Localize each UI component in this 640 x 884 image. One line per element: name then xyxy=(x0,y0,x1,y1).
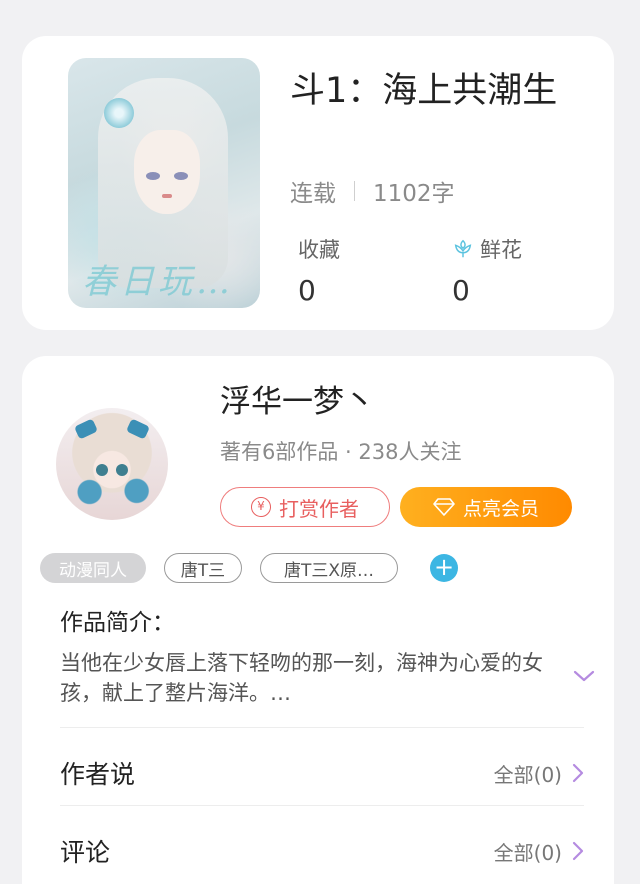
flowers-value: 0 xyxy=(452,274,470,307)
tip-author-label: 打赏作者 xyxy=(279,496,359,521)
expand-chevron-icon[interactable] xyxy=(572,668,596,684)
add-tag-icon[interactable]: + xyxy=(430,554,458,582)
favorites-label: 收藏 xyxy=(298,238,340,262)
cover-eye-left xyxy=(146,172,160,180)
divider xyxy=(60,727,584,728)
book-info-card: 春日玩… 斗1：海上共潮生 连载 1102字 收藏 0 鲜花 0 xyxy=(22,36,614,330)
divider xyxy=(60,805,584,806)
cover-flower-decoration xyxy=(104,98,134,128)
author-notes-label: 作者说 xyxy=(60,760,136,789)
flower-icon xyxy=(454,239,472,258)
author-avatar[interactable] xyxy=(56,408,168,520)
vip-button[interactable]: 点亮会员 xyxy=(400,487,572,527)
intro-heading: 作品简介： xyxy=(60,610,175,636)
intro-text: 当他在少女唇上落下轻吻的那一刻，海神为心爱的女孩，献上了整片海洋。… xyxy=(60,651,543,705)
flowers-stat[interactable]: 鲜花 xyxy=(452,234,522,264)
author-card: 浮华一梦丶 著有6部作品 · 238人关注 ¥ 打赏作者 点亮会员 动漫同人 唐… xyxy=(22,356,614,884)
tip-author-button[interactable]: ¥ 打赏作者 xyxy=(220,487,390,527)
vip-button-label: 点亮会员 xyxy=(462,497,539,520)
book-word-count: 1102字 xyxy=(373,181,455,207)
author-notes-row[interactable]: 作者说 全部(0) xyxy=(60,753,584,793)
yen-coin-icon: ¥ xyxy=(251,497,271,517)
tag-category[interactable]: 动漫同人 xyxy=(40,553,146,583)
comments-all[interactable]: 全部(0) xyxy=(494,837,584,866)
cover-face-shape xyxy=(134,130,200,214)
diamond-icon xyxy=(433,498,455,516)
favorites-value: 0 xyxy=(298,274,316,307)
avatar-eye-left xyxy=(96,464,108,476)
chevron-right-icon xyxy=(572,763,584,783)
author-name[interactable]: 浮华一梦丶 xyxy=(220,376,375,421)
tag-item[interactable]: 唐T三X原… xyxy=(260,553,398,583)
author-notes-all[interactable]: 全部(0) xyxy=(494,759,584,788)
meta-divider xyxy=(354,181,355,201)
book-title: 斗1：海上共潮生 xyxy=(290,71,558,111)
chevron-right-icon xyxy=(572,841,584,861)
tag-list: 动漫同人 唐T三 唐T三X原… + xyxy=(40,553,458,583)
comments-label: 评论 xyxy=(60,838,111,867)
tag-item[interactable]: 唐T三 xyxy=(164,553,242,583)
author-notes-count: 全部(0) xyxy=(493,762,562,787)
avatar-bow-left xyxy=(73,418,99,440)
cover-title-text: 春日玩… xyxy=(82,262,234,302)
cover-lips xyxy=(162,194,172,198)
book-cover-image[interactable]: 春日玩… xyxy=(68,58,260,308)
cover-eye-right xyxy=(174,172,188,180)
book-status: 连载 xyxy=(290,181,336,207)
avatar-eye-right xyxy=(116,464,128,476)
comments-count: 全部(0) xyxy=(493,840,562,865)
book-meta: 连载 1102字 xyxy=(290,174,455,208)
author-stats: 著有6部作品 · 238人关注 xyxy=(220,440,462,464)
avatar-bow-right xyxy=(125,418,151,440)
flowers-label: 鲜花 xyxy=(480,238,522,262)
comments-row[interactable]: 评论 全部(0) xyxy=(60,831,584,871)
